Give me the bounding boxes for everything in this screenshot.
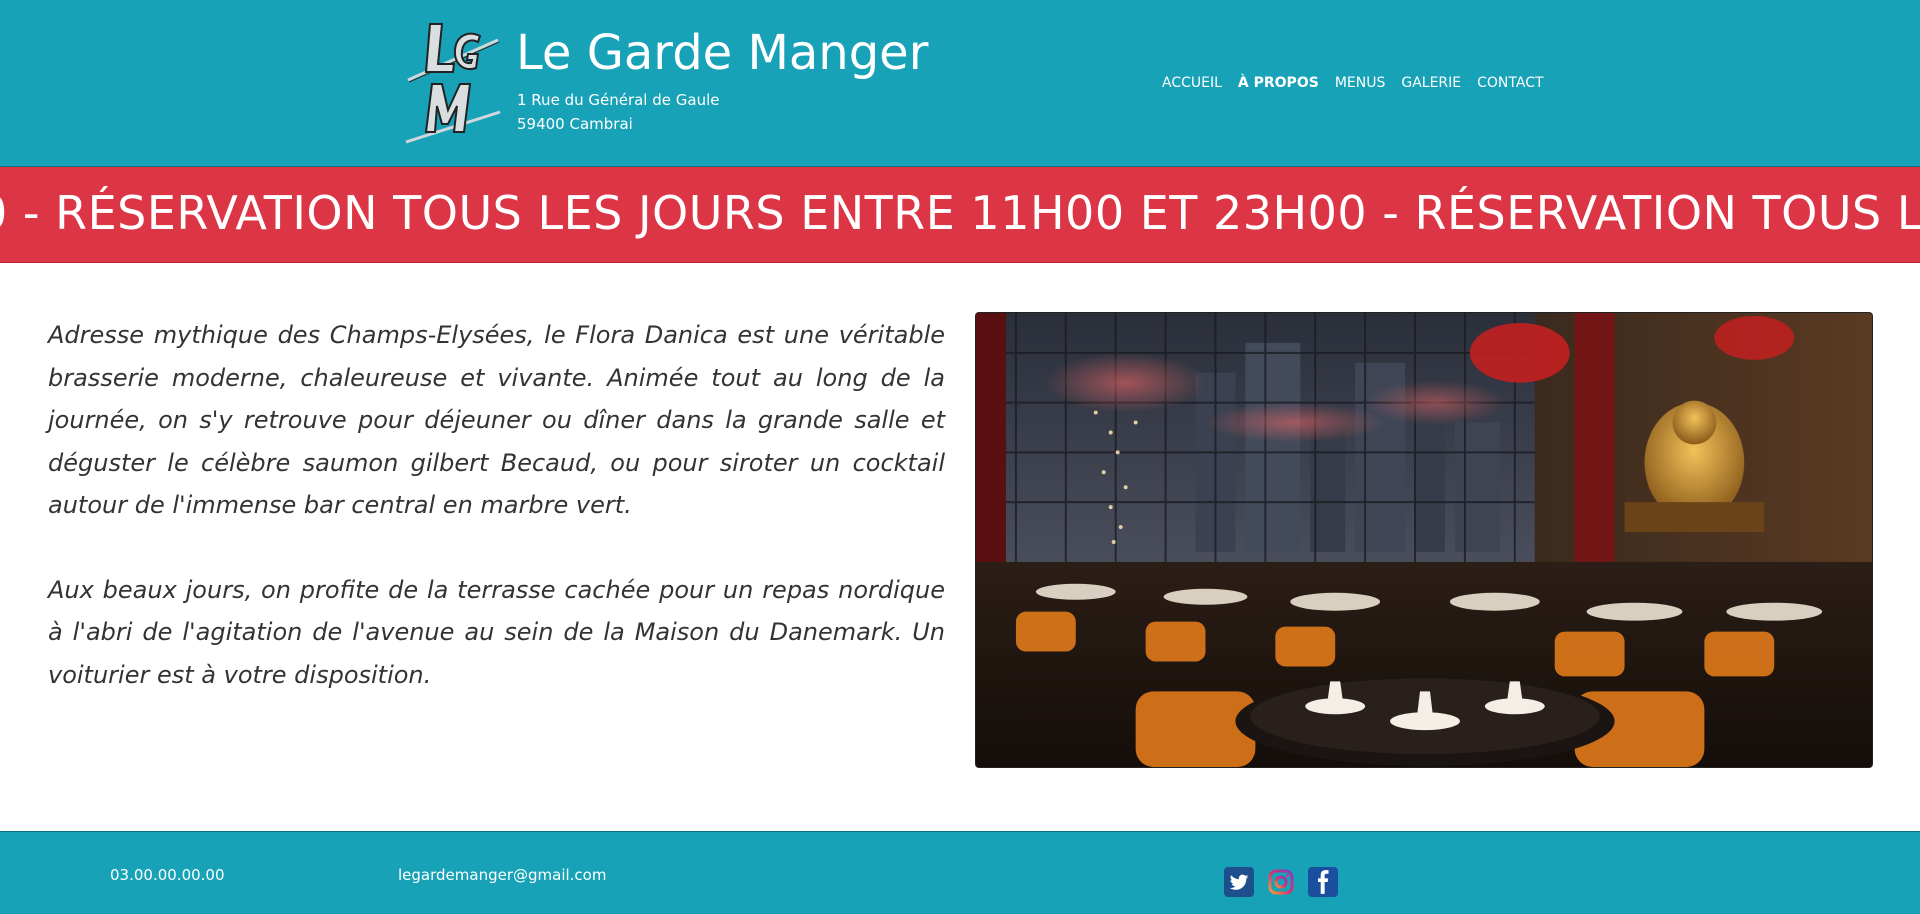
- footer-phone[interactable]: 03.00.00.00.00: [110, 865, 225, 885]
- nav-item-galerie[interactable]: GALERIE: [1393, 73, 1469, 93]
- footer-email-link[interactable]: legardemanger@gmail.com: [398, 865, 606, 885]
- main-nav: ACCUEIL À PROPOS MENUS GALERIE CONTACT: [1154, 73, 1552, 93]
- restaurant-interior-photo: [975, 312, 1873, 768]
- social-links: [1224, 867, 1338, 897]
- about-paragraph-1: Adresse mythique des Champs-Elysées, le …: [48, 321, 945, 519]
- reservation-marquee-text: 0 - RÉSERVATION TOUS LES JOURS ENTRE 11H…: [0, 186, 1920, 240]
- facebook-icon[interactable]: [1308, 867, 1338, 897]
- brand-address: 1 Rue du Général de Gaule 59400 Cambrai: [517, 88, 719, 136]
- nav-item-accueil[interactable]: ACCUEIL: [1154, 73, 1230, 93]
- site-header: Le Garde Manger 1 Rue du Général de Gaul…: [0, 0, 1920, 167]
- about-paragraph-2: Aux beaux jours, on profite de la terras…: [48, 575, 945, 689]
- nav-item-a-propos[interactable]: À PROPOS: [1230, 73, 1327, 93]
- address-line-2: 59400 Cambrai: [517, 115, 633, 133]
- reservation-banner: 0 - RÉSERVATION TOUS LES JOURS ENTRE 11H…: [0, 167, 1920, 263]
- logo-icon[interactable]: [402, 18, 502, 146]
- nav-item-menus[interactable]: MENUS: [1327, 73, 1394, 93]
- instagram-icon[interactable]: [1266, 867, 1296, 897]
- twitter-icon[interactable]: [1224, 867, 1254, 897]
- address-line-1: 1 Rue du Général de Gaule: [517, 91, 720, 109]
- brand-title[interactable]: Le Garde Manger: [516, 22, 928, 84]
- site-footer: 03.00.00.00.00 legardemanger@gmail.com: [0, 831, 1920, 914]
- about-text: Adresse mythique des Champs-Elysées, le …: [48, 314, 945, 696]
- nav-item-contact[interactable]: CONTACT: [1469, 73, 1551, 93]
